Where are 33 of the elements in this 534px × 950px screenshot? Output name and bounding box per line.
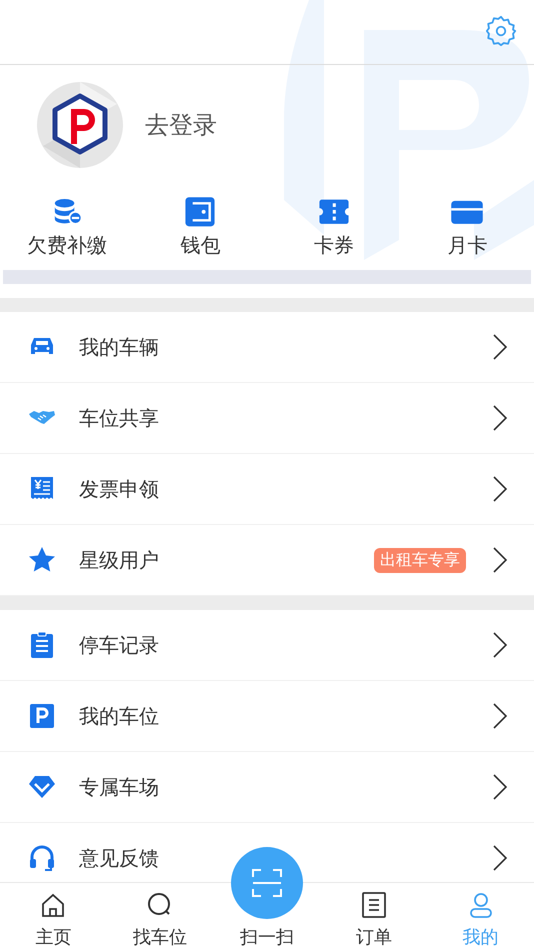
chevron-icon [492,475,508,503]
chevron-icon [492,702,508,730]
menu-label: 发票申领 [79,476,160,502]
avatar[interactable] [37,82,123,168]
chevron-icon [492,631,508,659]
menu-label: 车位共享 [79,404,160,432]
menu-label: 我的车位 [79,702,160,730]
quick-action[interactable]: 卡券 [267,196,400,259]
clipboard-icon [28,631,56,659]
tab[interactable]: 主页 [0,883,107,950]
list-icon [360,891,388,919]
quick-action[interactable]: 欠费补缴 [0,196,134,259]
quick-action[interactable]: 钱包 [134,196,267,259]
star-icon [28,546,56,574]
chevron-icon [492,333,508,361]
login-link[interactable]: 去登录 [145,108,217,140]
tab[interactable]: 订单 [320,883,428,950]
tab[interactable]: 扫一扫 [214,847,320,950]
chevron-icon [492,404,508,432]
parking-icon [28,702,56,730]
menu-label: 意见反馈 [79,844,160,872]
menu-label: 专属车场 [79,774,160,800]
menu-label: 停车记录 [79,632,160,658]
chevron-icon [492,546,508,574]
chevron-icon [492,773,508,801]
tab[interactable]: 找车位 [106,883,214,950]
settings-icon[interactable] [484,14,518,48]
menu-label: 星级用户 [79,546,160,574]
chevron-icon [492,844,508,872]
headset-icon [28,844,56,872]
tag: 出租车专享 [374,548,466,572]
menu-label: 我的车辆 [79,334,160,360]
quick-action[interactable]: 月卡 [400,196,534,259]
